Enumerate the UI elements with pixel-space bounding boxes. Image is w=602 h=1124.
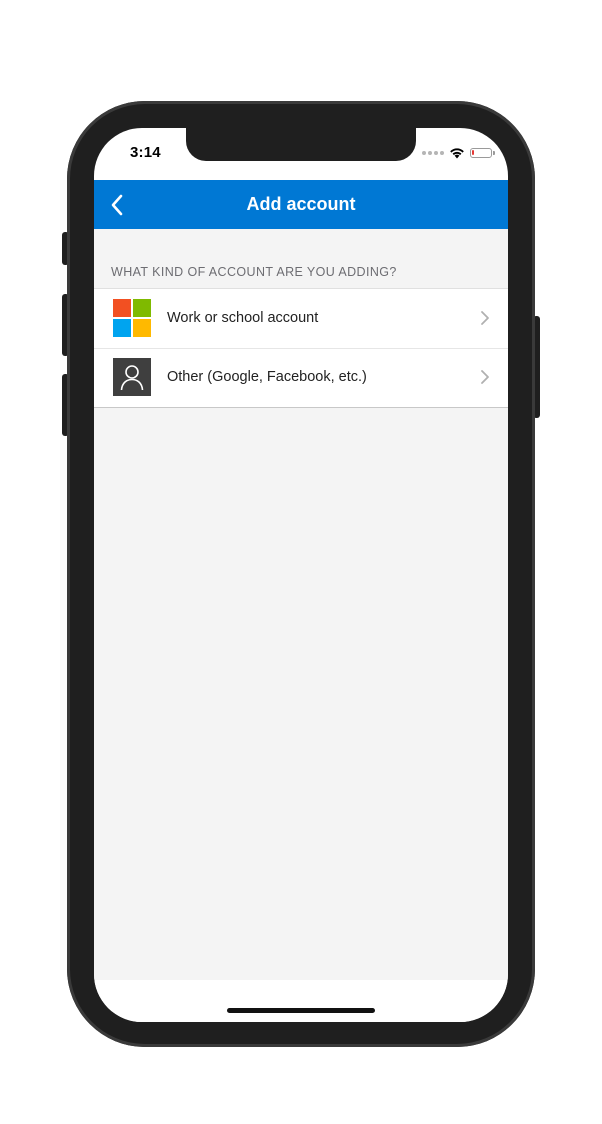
chevron-right-icon <box>481 311 489 325</box>
main-content: WHAT KIND OF ACCOUNT ARE YOU ADDING? Wor… <box>94 229 508 980</box>
home-indicator-area <box>94 980 508 1022</box>
chevron-right-icon <box>481 370 489 384</box>
battery-level <box>472 150 474 155</box>
back-button[interactable] <box>100 186 134 223</box>
wifi-icon <box>450 148 464 159</box>
ms-logo-blue-square <box>113 319 131 337</box>
other-account-label: Other (Google, Facebook, etc.) <box>167 369 367 385</box>
other-account-option[interactable]: Other (Google, Facebook, etc.) <box>94 348 508 407</box>
account-type-list: Work or school account Other (Google, Fa… <box>94 288 508 408</box>
status-time: 3:14 <box>130 144 161 161</box>
chevron-left-icon <box>111 194 123 215</box>
page-title: Add account <box>246 194 356 214</box>
section-header: WHAT KIND OF ACCOUNT ARE YOU ADDING? <box>111 265 397 279</box>
device-mockup: 3:14 Add account WHAT KIND OF ACCOUNT AR… <box>0 0 602 1124</box>
status-icons <box>422 146 495 160</box>
ms-logo-red-square <box>113 299 131 317</box>
person-icon <box>113 358 151 396</box>
battery-icon <box>470 148 495 158</box>
person-glyph <box>120 365 144 391</box>
work-school-account-option[interactable]: Work or school account <box>94 289 508 348</box>
microsoft-logo-icon <box>113 299 151 337</box>
phone-screen: 3:14 Add account WHAT KIND OF ACCOUNT AR… <box>94 128 508 1022</box>
work-school-account-label: Work or school account <box>167 310 319 326</box>
home-indicator[interactable] <box>227 1008 375 1013</box>
navigation-bar: Add account <box>94 180 508 229</box>
signal-dots-icon <box>422 151 444 155</box>
ms-logo-yellow-square <box>133 319 151 337</box>
device-notch <box>186 128 416 161</box>
ms-logo-green-square <box>133 299 151 317</box>
